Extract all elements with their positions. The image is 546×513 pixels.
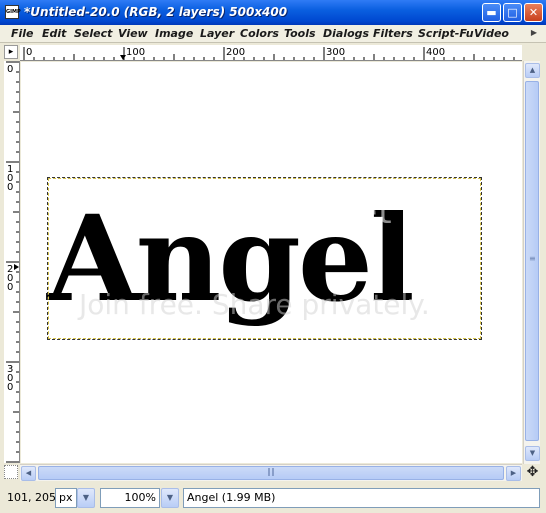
menu-bar: File Edit Select View Image Layer Colors… [0, 25, 546, 43]
menu-colors[interactable]: Colors [240, 27, 279, 40]
maximize-icon: □ [507, 6, 518, 19]
pointer-coordinates: 101, 205 [7, 491, 56, 504]
chevron-right-icon: ▶ [510, 469, 517, 477]
ruler-label: 0 [26, 47, 32, 58]
maximize-button[interactable]: □ [503, 3, 522, 22]
chevron-down-icon: ▼ [82, 493, 90, 502]
status-bar: 101, 205 px ▼ 100% ▼ Angel (1.99 MB) [0, 484, 546, 513]
scroll-right-button[interactable]: ▶ [506, 466, 521, 481]
ruler-label: 0 [7, 382, 13, 393]
menu-filters[interactable]: Filters [373, 27, 413, 40]
move-arrows-icon: ✥ [526, 464, 539, 480]
horizontal-ruler-ticks: 0 100 200 300 400 [23, 47, 515, 60]
menu-arrow-icon[interactable]: ▶ [528, 28, 540, 38]
gimp-app-icon[interactable]: GIMP [5, 5, 21, 19]
scroll-left-button[interactable]: ◀ [21, 466, 36, 481]
zoom-dropdown-button[interactable]: ▼ [161, 488, 179, 508]
pointer-marker-icon [14, 264, 19, 270]
ruler-label: 0 [7, 182, 13, 193]
window-title: *Untitled-20.0 (RGB, 2 layers) 500x400 [24, 5, 288, 19]
menu-layer[interactable]: Layer [200, 27, 234, 40]
grip-icon: ‖‖ [267, 467, 275, 476]
ruler-label: 200 [226, 47, 245, 58]
menu-video[interactable]: Video [474, 27, 509, 40]
menu-dialogs[interactable]: Dialogs [323, 27, 369, 40]
scroll-up-button[interactable]: ▲ [525, 63, 540, 78]
image-canvas[interactable]: Angel photobucket Join free. Share priva… [21, 62, 522, 463]
unit-select[interactable]: px [55, 488, 77, 508]
menu-select[interactable]: Select [74, 27, 112, 40]
vertical-ruler-ticks: 0100200300 [6, 61, 19, 463]
minimize-button[interactable]: ▬ [482, 3, 501, 22]
layer-boundary [47, 177, 482, 340]
menu-script-fu[interactable]: Script-Fu [418, 27, 474, 40]
menu-view[interactable]: View [118, 27, 148, 40]
ruler-label: 0 [7, 282, 13, 293]
navigate-button[interactable]: ✥ [525, 465, 540, 480]
ruler-label: 400 [426, 47, 445, 58]
vertical-ruler[interactable]: 0100200300 [4, 61, 20, 463]
menu-edit[interactable]: Edit [42, 27, 66, 40]
menu-file[interactable]: File [11, 27, 34, 40]
horizontal-scroll-thumb[interactable]: ‖‖ [38, 466, 504, 480]
title-bar[interactable]: GIMP *Untitled-20.0 (RGB, 2 layers) 500x… [0, 0, 546, 25]
chevron-down-icon: ▼ [529, 449, 536, 457]
ruler-label: 100 [126, 47, 145, 58]
vertical-scroll-thumb[interactable]: ≡ [525, 81, 539, 441]
close-icon: ✕ [528, 6, 539, 19]
ruler-label: 300 [326, 47, 345, 58]
arrow-right-icon: ▸ [8, 47, 14, 57]
horizontal-ruler[interactable]: 0 100 200 300 400 [20, 45, 522, 61]
chevron-down-icon: ▼ [166, 493, 174, 502]
zoom-field[interactable]: 100% [100, 488, 160, 508]
horizontal-scrollbar[interactable]: ◀ ‖‖ ▶ [20, 464, 522, 481]
chevron-up-icon: ▲ [529, 66, 536, 74]
grip-icon: ≡ [529, 254, 536, 263]
scroll-down-button[interactable]: ▼ [525, 446, 540, 461]
image-menu-button[interactable]: ▸ [4, 45, 18, 59]
quick-mask-toggle[interactable] [4, 465, 18, 479]
menu-image[interactable]: Image [155, 27, 193, 40]
minimize-icon: ▬ [486, 6, 497, 19]
chevron-left-icon: ◀ [25, 469, 32, 477]
vertical-scrollbar[interactable]: ▲ ≡ ▼ [523, 61, 540, 464]
ruler-label: 0 [7, 64, 13, 75]
menu-tools[interactable]: Tools [284, 27, 316, 40]
unit-dropdown-button[interactable]: ▼ [77, 488, 95, 508]
close-button[interactable]: ✕ [524, 3, 543, 22]
status-message: Angel (1.99 MB) [183, 488, 540, 508]
